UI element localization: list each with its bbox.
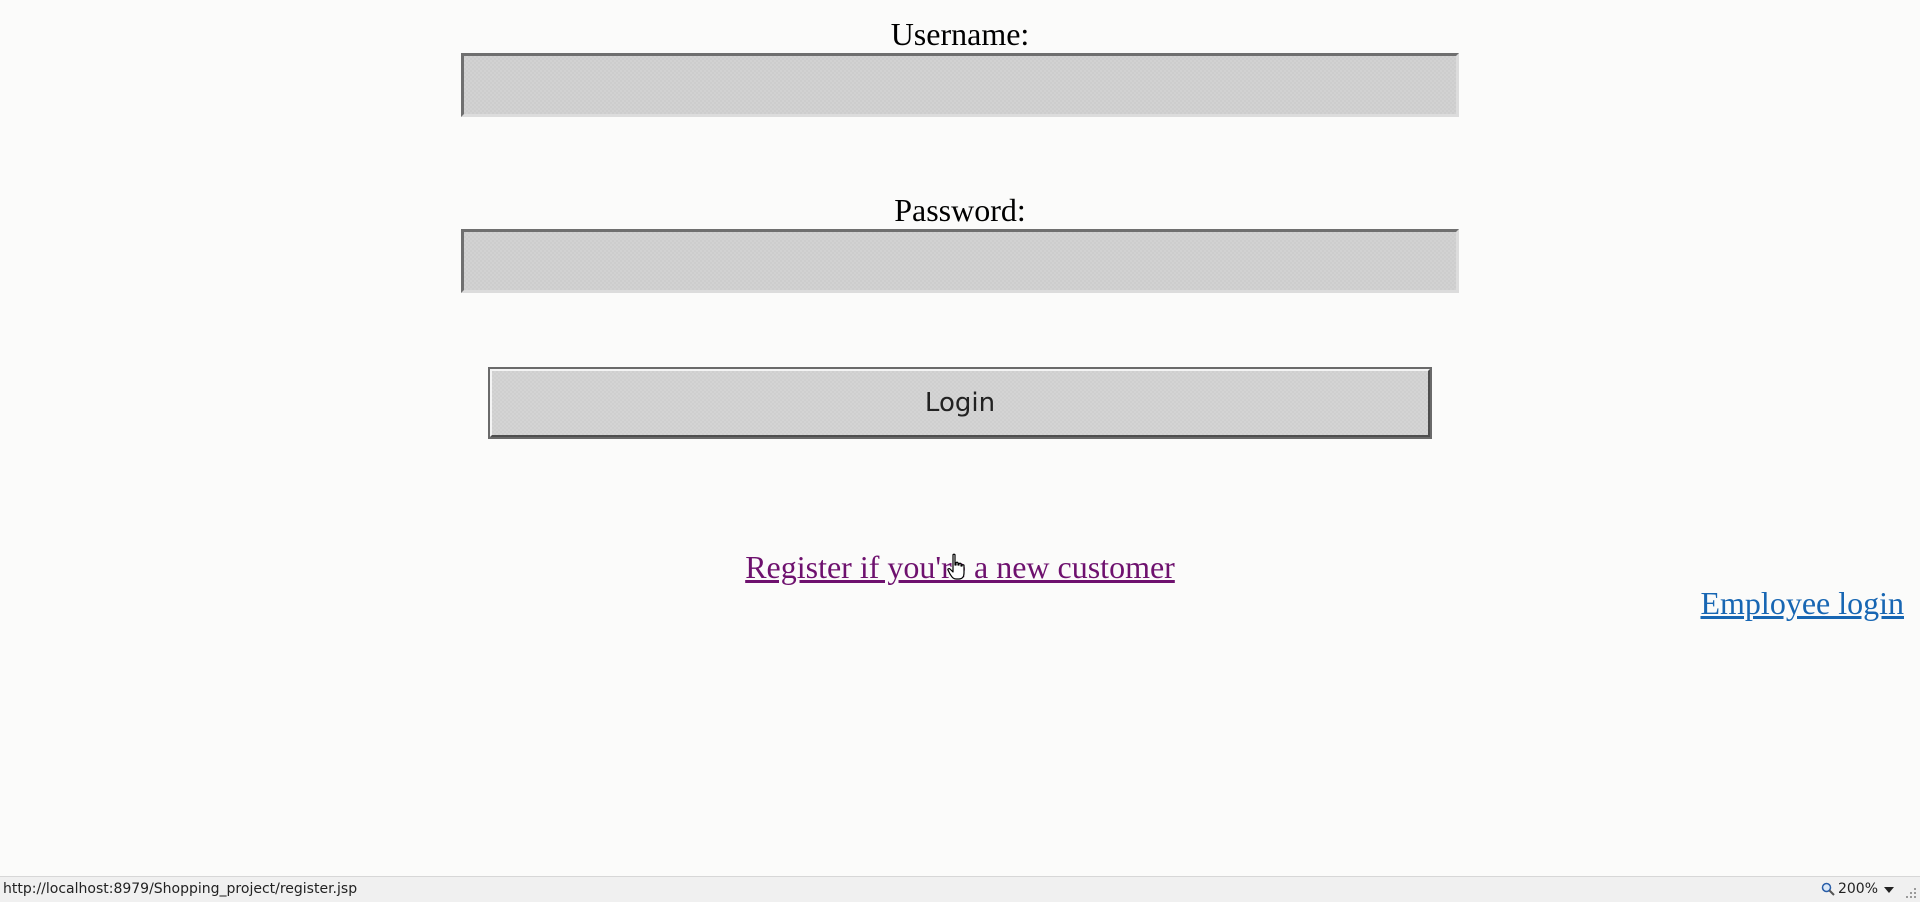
username-label: Username:: [890, 16, 1030, 52]
hand-pointer-icon: [947, 553, 965, 580]
resize-grip-icon[interactable]: [1904, 886, 1918, 900]
chevron-down-icon[interactable]: [1884, 887, 1894, 893]
employee-login-link[interactable]: Employee login: [1700, 585, 1904, 621]
password-input[interactable]: [461, 229, 1459, 293]
password-label: Password:: [894, 192, 1026, 228]
zoom-level: 200%: [1837, 881, 1878, 897]
login-button[interactable]: Login: [488, 367, 1432, 439]
employee-login-container: Employee login: [1700, 583, 1904, 623]
username-input[interactable]: [461, 53, 1459, 117]
status-bar: http://localhost:8979/Shopping_project/r…: [0, 876, 1920, 902]
magnifier-icon: [1821, 882, 1835, 896]
zoom-control[interactable]: 200%: [1821, 881, 1878, 897]
status-url: http://localhost:8979/Shopping_project/r…: [3, 881, 358, 897]
